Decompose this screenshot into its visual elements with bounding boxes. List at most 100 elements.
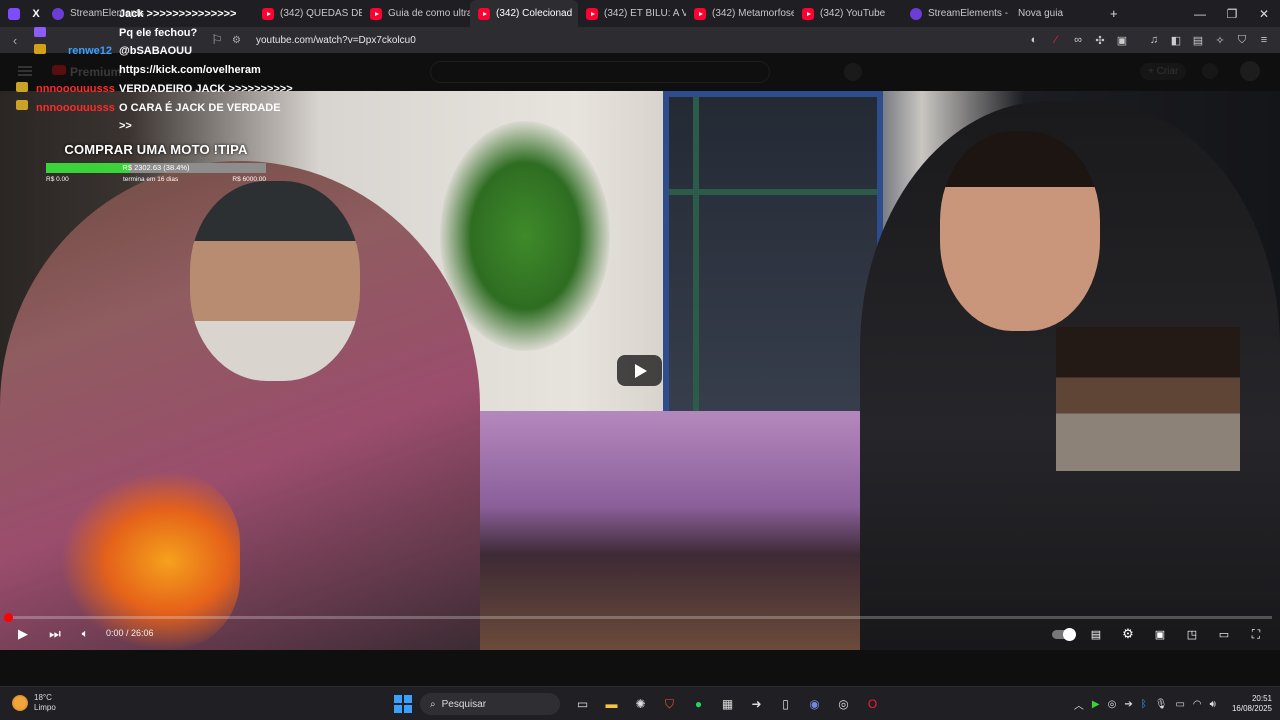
microphone-icon[interactable]: 🎙︎ <box>1155 699 1168 710</box>
vpn-icon[interactable]: ⛉ <box>1232 30 1252 50</box>
start-button[interactable] <box>394 695 412 713</box>
create-button[interactable]: + Criar <box>1140 63 1187 80</box>
weather-condition: Limpo <box>34 703 56 712</box>
chat-username: Jack >>>>>>>>>>>>>> <box>119 8 237 20</box>
spotify-icon[interactable]: ● <box>687 692 711 716</box>
next-video-icon[interactable]: ⏭ <box>46 624 64 644</box>
extensions-puzzle-icon[interactable]: ✣ <box>1090 30 1110 50</box>
chat-message: Pq ele fechou? <box>119 27 198 39</box>
discord-icon[interactable]: ◉ <box>803 692 827 716</box>
windows-taskbar: 18°C Limpo ⌕ Pesquisar ▭ ▬ ✺ ⛉ ● ▦ ➜ ▯ ◉… <box>0 686 1280 720</box>
extension-icon-3[interactable]: ∞ <box>1068 30 1088 50</box>
app-arrow-icon[interactable]: ➜ <box>745 692 769 716</box>
youtube-icon <box>370 7 382 20</box>
browser-tab-label: Nova guia <box>1018 8 1064 19</box>
voice-search-icon[interactable] <box>844 63 862 81</box>
weather-widget[interactable]: 18°C Limpo <box>12 693 56 713</box>
taskbar-apps: ⌕ Pesquisar ▭ ▬ ✺ ⛉ ● ▦ ➜ ▯ ◉ ◎ O <box>394 692 887 716</box>
extension-icon-1[interactable]: ◐ <box>1024 30 1044 50</box>
brave-browser-icon[interactable]: ⛉ <box>658 692 682 716</box>
browser-tab-label: StreamElements - My <box>928 8 1010 19</box>
youtube-icon <box>478 7 490 20</box>
chat-message: VERDADEIRO JACK >>>>>>>>>> <box>119 83 293 95</box>
tray-app-icon[interactable]: ◎ <box>1108 699 1117 710</box>
notepad-icon[interactable]: ▯ <box>774 692 798 716</box>
media-icon[interactable]: ♫ <box>1144 30 1164 50</box>
subtitles-icon[interactable]: ▤ <box>1086 624 1106 644</box>
play-icon[interactable]: ▶ <box>14 624 32 644</box>
video-scene-cabinet <box>470 411 865 650</box>
goal-progress-text: R$ 2302.63 (38.4%) <box>122 163 190 172</box>
tray-app-icon[interactable]: ➔ <box>1124 699 1132 710</box>
fullscreen-icon[interactable]: ⛶ <box>1246 624 1266 644</box>
clock[interactable]: 20:51 16/08/2025 <box>1232 694 1272 714</box>
app-icon[interactable]: ▦ <box>716 692 740 716</box>
wallet-icon[interactable]: ▤ <box>1188 30 1208 50</box>
network-icon[interactable]: ▭ <box>1175 699 1184 710</box>
video-progress-bar[interactable] <box>4 613 1272 622</box>
browser-tab-label: Guia de como ultrapa <box>388 8 470 19</box>
chat-username: renwe12 <box>68 45 113 57</box>
browser-tab[interactable]: (342) Metamorfose A <box>686 0 794 27</box>
goal-target-label: R$ 6000.00 <box>232 176 266 183</box>
chat-badge-icon <box>34 44 46 54</box>
large-play-button[interactable] <box>617 355 662 386</box>
restore-button[interactable]: ❐ <box>1216 0 1248 27</box>
extension-icon-4[interactable]: ▣ <box>1112 30 1132 50</box>
streamelements-icon <box>910 7 922 20</box>
task-view-icon[interactable]: ▭ <box>571 692 595 716</box>
youtube-icon <box>694 7 706 20</box>
browser-tab[interactable]: Guia de como ultrapa <box>362 0 470 27</box>
url-field[interactable]: ⚙ youtube.com/watch?v=Dpx7ckolcu0 <box>232 31 952 49</box>
new-tab-button[interactable]: + <box>1100 0 1128 27</box>
miniplayer-icon[interactable]: ▣ <box>1150 624 1170 644</box>
volume-tray-icon[interactable]: 🔊︎ <box>1210 699 1216 710</box>
picture-in-picture-icon[interactable]: ◳ <box>1182 624 1202 644</box>
chat-message: @bSABAOUU <box>119 45 193 57</box>
autoplay-toggle[interactable] <box>1050 624 1076 644</box>
browser-tab[interactable]: Nova guia <box>1010 0 1100 27</box>
goal-start-label: R$ 0.00 <box>46 176 69 183</box>
chat-message: https://kick.com/ovelheram <box>119 64 261 76</box>
sidebar-icon[interactable]: ◧ <box>1166 30 1186 50</box>
window-controls: — ❐ ✕ <box>1184 0 1280 27</box>
new-tab-icon: + <box>1110 6 1118 21</box>
taskbar-search[interactable]: ⌕ Pesquisar <box>420 693 560 715</box>
browser-tab[interactable]: (342) Colecionad✕ <box>470 0 578 27</box>
system-tray: ︿ ▶ ◎ ➔ ᛒ 🎙︎ ▭ ◠ 🔊︎ 20:51 16/08/2025 <box>1074 693 1280 715</box>
clock-time: 20:51 <box>1251 694 1272 703</box>
streamer-webcam-overlay <box>1056 327 1240 471</box>
theater-mode-icon[interactable]: ▭ <box>1214 624 1234 644</box>
donation-goal-widget: COMPRAR UMA MOTO !TIPA R$ 2302.63 (38.4%… <box>46 142 266 183</box>
search-icon: ⌕ <box>430 698 436 710</box>
opera-icon[interactable]: O <box>861 692 885 716</box>
wifi-icon[interactable]: ◠ <box>1193 699 1202 710</box>
clock-date: 16/08/2025 <box>1231 704 1272 713</box>
video-scene-plant <box>440 121 610 351</box>
volume-icon[interactable]: 🔈︎ <box>76 624 94 644</box>
browser-tab[interactable]: (342) YouTube <box>794 0 902 27</box>
chat-badge-icon <box>34 27 46 37</box>
browser-tab[interactable]: (342) ET BILU: A VERD <box>578 0 686 27</box>
settings-gear-icon[interactable]: ⚙ <box>1118 624 1138 644</box>
browser-tab[interactable]: StreamElements - My <box>902 0 1010 27</box>
leo-ai-icon[interactable]: ✧ <box>1210 30 1230 50</box>
chat-message: >> <box>119 120 132 132</box>
chatgpt-icon[interactable]: ✺ <box>629 692 653 716</box>
steam-icon[interactable]: ◎ <box>832 692 856 716</box>
tray-app-icon[interactable]: ▶ <box>1092 699 1100 710</box>
stream-chat-overlay: Jack >>>>>>>>>>>>>> Pq ele fechou? renwe… <box>0 0 300 140</box>
notifications-icon[interactable] <box>1202 63 1218 79</box>
youtube-icon <box>586 7 598 20</box>
show-hidden-icons[interactable]: ︿ <box>1074 697 1084 712</box>
close-window-button[interactable]: ✕ <box>1248 0 1280 27</box>
file-explorer-icon[interactable]: ▬ <box>600 692 624 716</box>
menu-icon[interactable]: ≡ <box>1254 30 1274 50</box>
extension-icon-2[interactable]: ⁄ <box>1046 30 1066 50</box>
chat-message: O CARA É JACK DE VERDADE <box>119 102 281 114</box>
minimize-button[interactable]: — <box>1184 0 1216 27</box>
avatar[interactable] <box>1240 61 1260 81</box>
bluetooth-icon[interactable]: ᛒ <box>1141 699 1147 710</box>
goal-title: COMPRAR UMA MOTO !TIPA <box>64 142 248 157</box>
youtube-search-input[interactable] <box>430 61 770 83</box>
